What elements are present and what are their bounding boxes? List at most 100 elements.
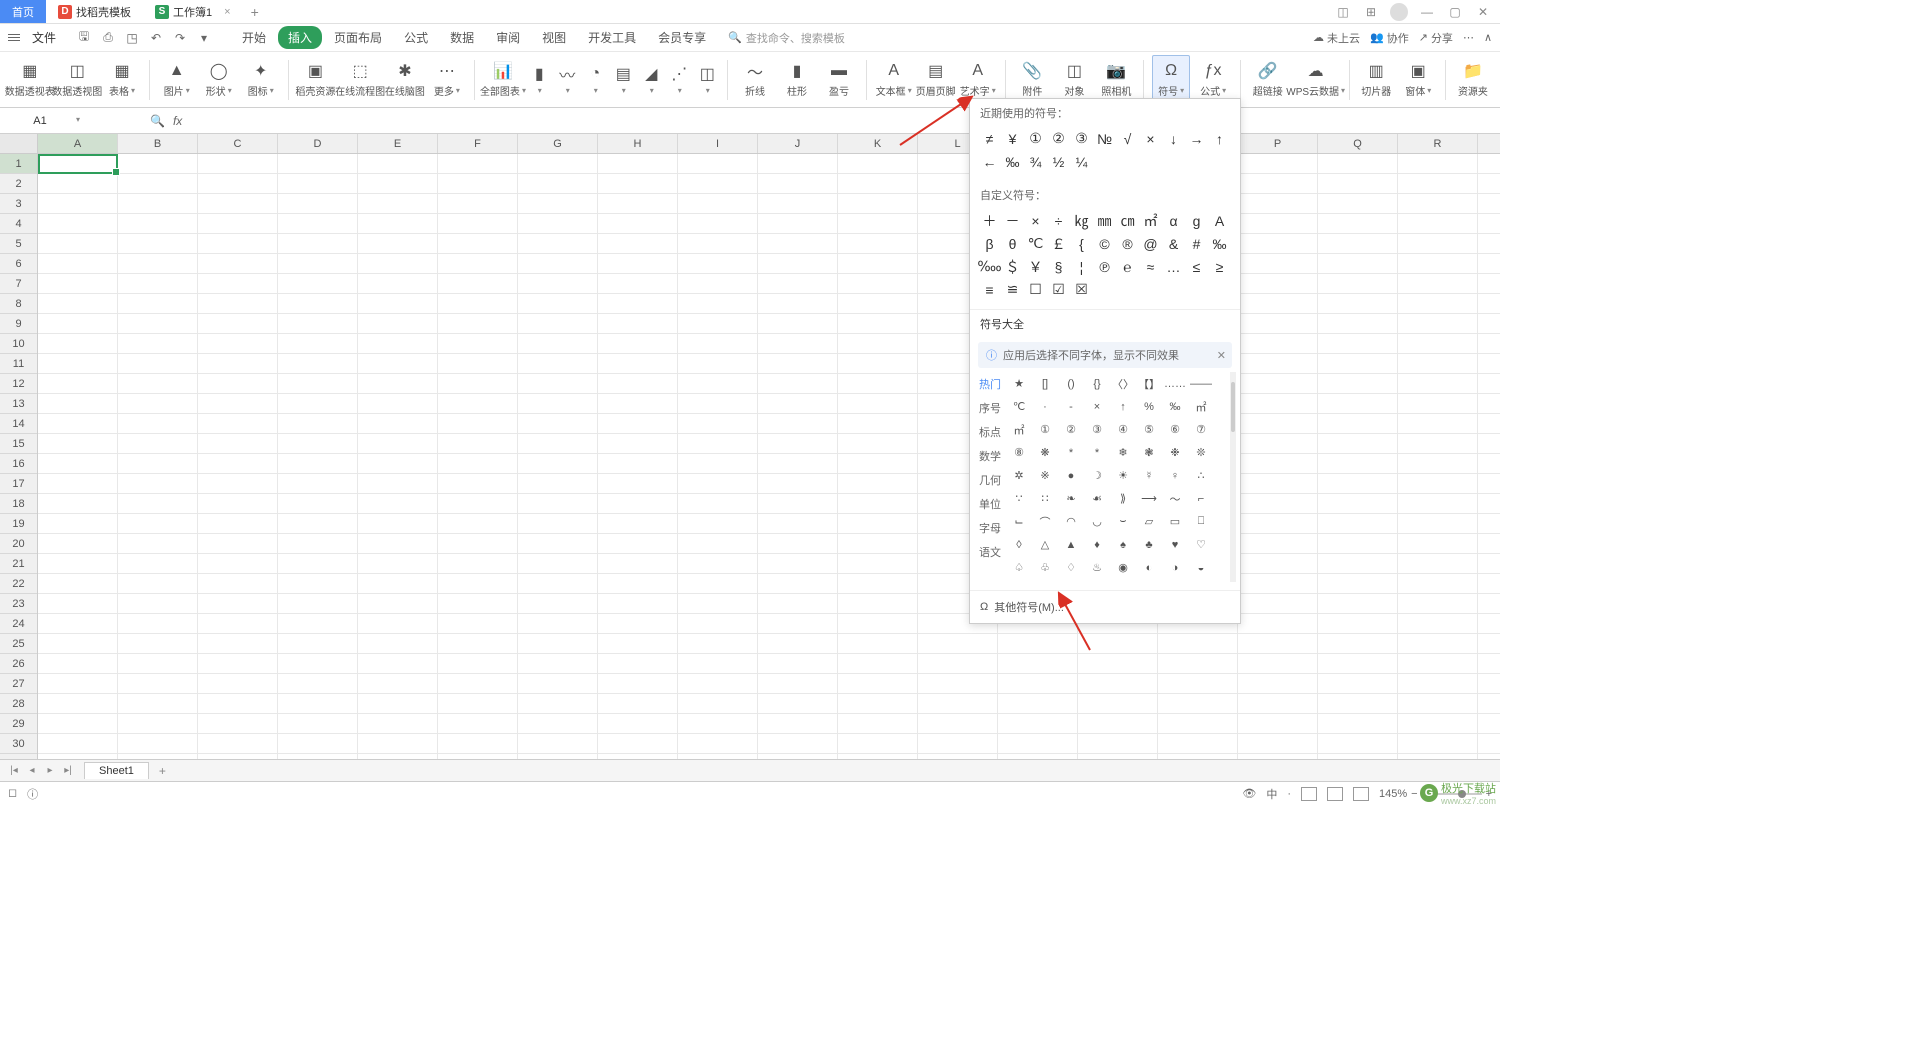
symbol-item[interactable]: ③: [1084, 418, 1110, 441]
symbol-item[interactable]: ⌐: [1188, 487, 1214, 510]
symbol-item[interactable]: ≡: [978, 278, 1001, 301]
symbol-item[interactable]: ￡: [1047, 232, 1070, 255]
symbol-item[interactable]: ☐: [1024, 278, 1047, 301]
ribbon-resfolder[interactable]: 📁资源夹: [1454, 55, 1492, 105]
symbol-item[interactable]: ❃: [1136, 441, 1162, 464]
qat-dropdown[interactable]: ▾: [196, 30, 212, 46]
symbol-item[interactable]: ❧: [1058, 487, 1084, 510]
zoom-level[interactable]: 145%: [1379, 788, 1407, 800]
symbol-item[interactable]: §: [1047, 255, 1070, 278]
symbol-item[interactable]: ◡: [1084, 510, 1110, 533]
symbol-item[interactable]: ÷: [1047, 209, 1070, 232]
share-button[interactable]: ↗分享: [1419, 30, 1453, 46]
col-header[interactable]: J: [758, 134, 838, 153]
apps-icon[interactable]: ⊞: [1362, 3, 1380, 21]
symbol-category[interactable]: 标点: [974, 420, 1006, 444]
symbol-item[interactable]: ‰: [1001, 150, 1024, 173]
active-cell[interactable]: [38, 154, 118, 174]
symbol-item[interactable]: √: [1116, 127, 1139, 150]
row-header[interactable]: 1: [0, 154, 37, 174]
row-header[interactable]: 12: [0, 374, 37, 394]
symbol-item[interactable]: ¾: [1024, 150, 1047, 173]
symbol-item[interactable]: ⌣: [1110, 510, 1136, 533]
ribbon-icons[interactable]: ✦图标: [242, 55, 280, 105]
symbol-item[interactable]: ♠: [1110, 533, 1136, 556]
symbol-item[interactable]: ②: [1047, 127, 1070, 150]
symbol-item[interactable]: ¥: [1001, 127, 1024, 150]
symbol-item[interactable]: ℗: [1093, 255, 1116, 278]
ribbon-bar[interactable]: ▮: [527, 55, 551, 105]
ribbon-wordart[interactable]: A艺术字: [959, 55, 997, 105]
symbol-item[interactable]: ⌒: [1032, 510, 1058, 533]
symbol-item[interactable]: ◕: [1058, 579, 1084, 582]
symbol-item[interactable]: ®: [1116, 232, 1139, 255]
col-header[interactable]: F: [438, 134, 518, 153]
symbol-category[interactable]: 语文: [974, 540, 1006, 564]
symbol-item[interactable]: &: [1162, 232, 1185, 255]
symbol-item[interactable]: ♤: [1006, 556, 1032, 579]
symbol-item[interactable]: %: [1136, 395, 1162, 418]
new-tab-button[interactable]: +: [243, 0, 267, 23]
symbol-item[interactable]: ⑤: [1136, 418, 1162, 441]
symbol-item[interactable]: ☿: [1136, 464, 1162, 487]
maximize-button[interactable]: ▢: [1446, 3, 1464, 21]
close-banner[interactable]: ✕: [1217, 349, 1226, 362]
ribbon-symbol[interactable]: Ω符号: [1152, 55, 1190, 105]
row-header[interactable]: 11: [0, 354, 37, 374]
symbol-item[interactable]: ——: [1188, 372, 1214, 395]
symbol-item[interactable]: ⑧: [1006, 441, 1032, 464]
symbol-item[interactable]: Α: [1208, 209, 1231, 232]
ribbon-spark2[interactable]: ▮柱形: [778, 55, 816, 105]
symbol-item[interactable]: ℃: [1024, 232, 1047, 255]
symbol-item[interactable]: ♢: [1058, 556, 1084, 579]
symbol-item[interactable]: ◔: [1032, 579, 1058, 582]
fx-label[interactable]: fx: [173, 114, 182, 128]
ribbon-shapes[interactable]: ◯形状: [200, 55, 238, 105]
symbol-item[interactable]: ❄: [1110, 441, 1136, 464]
symbol-item[interactable]: ▭: [1162, 510, 1188, 533]
symbol-item[interactable]: ×: [1139, 127, 1162, 150]
col-header[interactable]: A: [38, 134, 118, 153]
ribbon-combo[interactable]: ◫: [695, 55, 719, 105]
row-header[interactable]: 6: [0, 254, 37, 274]
save-icon[interactable]: 🖫: [76, 30, 92, 46]
symbol-item[interactable]: #: [1185, 232, 1208, 255]
command-search[interactable]: 🔍 查找命令、搜索模板: [728, 30, 845, 46]
symbol-item[interactable]: ≌: [1001, 278, 1024, 301]
symbol-item[interactable]: ♀: [1162, 464, 1188, 487]
symbol-item[interactable]: ……: [1162, 372, 1188, 395]
row-header[interactable]: 2: [0, 174, 37, 194]
sheet-nav[interactable]: ◂: [24, 765, 40, 776]
row-header[interactable]: 21: [0, 554, 37, 574]
symbol-item[interactable]: ◒: [1188, 556, 1214, 579]
col-header[interactable]: P: [1238, 134, 1318, 153]
symbol-item[interactable]: ⑦: [1188, 418, 1214, 441]
file-menu[interactable]: 文件: [26, 29, 62, 46]
ribbon-headerfooter[interactable]: ▤页眉页脚: [917, 55, 955, 105]
ribbon-mind[interactable]: ✱在线脑图: [386, 55, 424, 105]
symbol-item[interactable]: ×: [1084, 395, 1110, 418]
row-header[interactable]: 19: [0, 514, 37, 534]
symbol-item[interactable]: ♡: [1188, 533, 1214, 556]
symbol-item[interactable]: ‱: [978, 255, 1001, 278]
symbol-item[interactable]: ～: [1162, 487, 1188, 510]
symbol-item[interactable]: ¦: [1070, 255, 1093, 278]
symbol-item[interactable]: ⌙: [1006, 510, 1032, 533]
symbol-item[interactable]: △: [1032, 533, 1058, 556]
print-preview-icon[interactable]: ◳: [124, 30, 140, 46]
symbol-item[interactable]: ㎝: [1116, 209, 1139, 232]
title-tab[interactable]: S工作簿1×: [143, 0, 243, 23]
symbol-item[interactable]: ≈: [1139, 255, 1162, 278]
ribbon-barh[interactable]: ▤: [611, 55, 635, 105]
symbol-item[interactable]: ≥: [1208, 255, 1231, 278]
symbol-item[interactable]: ①: [1032, 418, 1058, 441]
print-icon[interactable]: ⎙: [100, 30, 116, 46]
eye-icon[interactable]: 👁: [1242, 787, 1256, 800]
ime-lang[interactable]: 中: [1266, 786, 1277, 802]
col-header[interactable]: Q: [1318, 134, 1398, 153]
ribbon-pie[interactable]: ◔: [583, 55, 607, 105]
symbol-item[interactable]: ≠: [978, 127, 1001, 150]
symbol-item[interactable]: ▱: [1136, 510, 1162, 533]
symbol-item[interactable]: ＄: [1001, 255, 1024, 278]
symbol-item[interactable]: ◑: [1162, 556, 1188, 579]
